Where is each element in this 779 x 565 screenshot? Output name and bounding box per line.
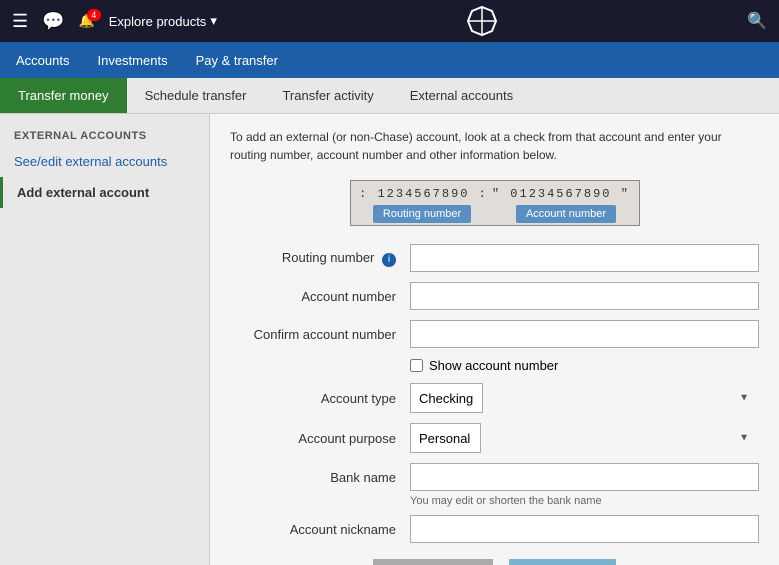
nav-pay-transfer[interactable]: Pay & transfer: [196, 45, 278, 76]
notification-bell[interactable]: 🔔 4: [79, 13, 95, 29]
bank-name-row: Bank name: [230, 463, 759, 491]
account-purpose-label: Account purpose: [230, 431, 410, 446]
routing-number-row: Routing number i: [230, 244, 759, 272]
routing-number-label: Routing number i: [230, 250, 410, 267]
sidebar-item-add-external[interactable]: Add external account: [0, 177, 209, 208]
account-type-select[interactable]: Checking Savings: [410, 383, 483, 413]
account-purpose-row: Account purpose Personal Business: [230, 423, 759, 453]
info-text: To add an external (or non-Chase) accoun…: [230, 128, 759, 164]
nav-investments[interactable]: Investments: [97, 45, 167, 76]
explore-label: Explore products: [109, 14, 207, 29]
check-visual: : 1234567890 : " 01234567890 " Routing n…: [350, 180, 640, 226]
sidebar: EXTERNAL ACCOUNTS See/edit external acco…: [0, 114, 210, 565]
sidebar-section-title: EXTERNAL ACCOUNTS: [0, 122, 209, 146]
cancel-button[interactable]: Cancel: [373, 559, 493, 565]
tab-transfer-money[interactable]: Transfer money: [0, 78, 127, 113]
show-account-row: Show account number: [410, 358, 759, 373]
main-layout: EXTERNAL ACCOUNTS See/edit external acco…: [0, 114, 779, 565]
show-account-label[interactable]: Show account number: [429, 358, 558, 373]
account-purpose-select[interactable]: Personal Business: [410, 423, 481, 453]
content-area: To add an external (or non-Chase) accoun…: [210, 114, 779, 565]
show-account-checkbox[interactable]: [410, 359, 423, 372]
account-number-label: Account number: [230, 289, 410, 304]
account-nickname-row: Account nickname: [230, 515, 759, 543]
tab-transfer-activity[interactable]: Transfer activity: [264, 78, 391, 113]
hamburger-icon[interactable]: ☰: [12, 11, 28, 32]
confirm-account-label: Confirm account number: [230, 327, 410, 342]
bank-name-hint: You may edit or shorten the bank name: [410, 495, 759, 507]
chat-icon[interactable]: 💬: [42, 11, 64, 32]
next-button[interactable]: Next: [509, 559, 616, 565]
check-illustration: : 1234567890 : " 01234567890 " Routing n…: [230, 180, 759, 226]
primary-nav: Accounts Investments Pay & transfer: [0, 42, 779, 78]
confirm-account-row: Confirm account number: [230, 320, 759, 348]
tab-schedule-transfer[interactable]: Schedule transfer: [127, 78, 265, 113]
account-type-select-wrapper: Checking Savings: [410, 383, 759, 413]
notification-badge: 4: [87, 9, 101, 21]
search-icon[interactable]: 🔍: [747, 11, 767, 31]
account-nickname-label: Account nickname: [230, 522, 410, 537]
nav-accounts[interactable]: Accounts: [16, 45, 69, 76]
check-label-row: Routing number Account number: [351, 205, 639, 223]
account-number-row: Account number: [230, 282, 759, 310]
check-account-numbers: " 01234567890 ": [492, 187, 630, 201]
check-numbers-row: : 1234567890 : " 01234567890 ": [351, 187, 639, 201]
account-nickname-input[interactable]: [410, 515, 759, 543]
account-purpose-select-wrapper: Personal Business: [410, 423, 759, 453]
check-account-label: Account number: [516, 205, 616, 223]
confirm-account-input[interactable]: [410, 320, 759, 348]
check-routing-numbers: : 1234567890 :: [359, 187, 488, 201]
brand-logo-area: [217, 5, 747, 37]
account-type-row: Account type Checking Savings: [230, 383, 759, 413]
tab-external-accounts[interactable]: External accounts: [392, 78, 531, 113]
sidebar-item-see-edit[interactable]: See/edit external accounts: [0, 146, 209, 177]
bank-name-input[interactable]: [410, 463, 759, 491]
routing-info-icon[interactable]: i: [382, 253, 396, 267]
check-routing-label: Routing number: [373, 205, 471, 223]
top-bar-left: ☰ 💬 🔔 4 Explore products ▾: [12, 11, 217, 32]
sub-nav: Transfer money Schedule transfer Transfe…: [0, 78, 779, 114]
chase-logo-icon: [466, 5, 498, 37]
form-section: Routing number i Account number Confirm …: [230, 244, 759, 565]
account-type-label: Account type: [230, 391, 410, 406]
routing-number-input[interactable]: [410, 244, 759, 272]
explore-products-button[interactable]: Explore products ▾: [109, 13, 217, 29]
account-number-input[interactable]: [410, 282, 759, 310]
button-row: Cancel Next: [230, 559, 759, 565]
bank-name-label: Bank name: [230, 470, 410, 485]
top-bar: ☰ 💬 🔔 4 Explore products ▾ 🔍: [0, 0, 779, 42]
